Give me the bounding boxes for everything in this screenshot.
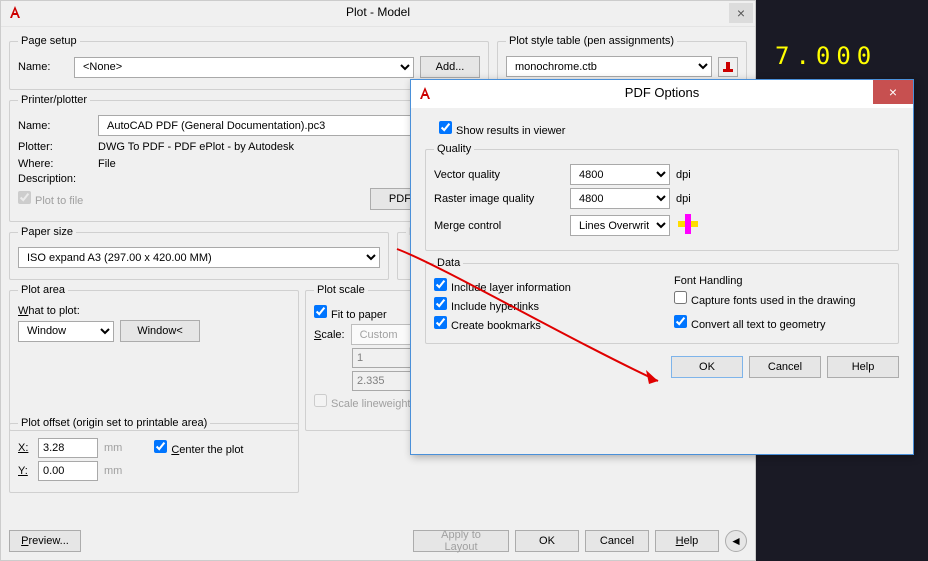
pdf-options-dialog: PDF Options × Show results in viewer Qua… <box>410 79 914 455</box>
pdf-help-button[interactable]: Help <box>827 356 899 378</box>
capture-fonts-label[interactable]: Capture fonts used in the drawing <box>674 291 856 307</box>
include-hyperlinks-checkbox[interactable] <box>434 297 447 310</box>
create-bookmarks-label[interactable]: Create bookmarks <box>434 316 541 332</box>
data-legend: Data <box>434 257 463 269</box>
offset-x-unit: mm <box>104 442 122 454</box>
font-handling-legend: Font Handling <box>674 275 890 287</box>
offset-x-input[interactable] <box>38 438 98 458</box>
pdf-ok-button[interactable]: OK <box>671 356 743 378</box>
plot-title: Plot - Model <box>1 5 755 19</box>
what-to-plot-select[interactable]: Window <box>18 321 114 342</box>
quality-legend: Quality <box>434 143 474 155</box>
include-layer-checkbox[interactable] <box>434 278 447 291</box>
paper-size-legend: Paper size <box>18 226 76 238</box>
preview-button[interactable]: Preview... <box>9 530 81 552</box>
canvas-readout: 7.000 <box>775 42 877 70</box>
plot-to-file-checkbox <box>18 191 31 204</box>
printer-legend: Printer/plotter <box>18 94 90 106</box>
page-setup-name-label: Name: <box>18 61 68 73</box>
apply-layout-button[interactable]: Apply to Layout <box>413 530 509 552</box>
plot-scale-legend: Plot scale <box>314 284 368 296</box>
convert-text-checkbox[interactable] <box>674 315 687 328</box>
plot-offset-legend: Plot offset (origin set to printable are… <box>18 417 210 429</box>
scale-label: Scale: <box>314 329 345 341</box>
printer-plotter-label: Plotter: <box>18 141 92 153</box>
scale-value1 <box>352 348 412 368</box>
merge-control-select[interactable]: Lines Overwrite <box>570 215 670 236</box>
merge-icon <box>676 212 700 239</box>
plot-cancel-button[interactable]: Cancel <box>585 530 649 552</box>
printer-where-value: File <box>98 158 116 170</box>
create-bookmarks-checkbox[interactable] <box>434 316 447 329</box>
center-plot-checkbox[interactable] <box>154 440 167 453</box>
plot-area-legend: Plot area <box>18 284 68 296</box>
plot-area-group: Plot area What to plot: Window Window< <box>9 284 299 431</box>
printer-desc-label: Description: <box>18 173 92 185</box>
page-setup-legend: Page setup <box>18 35 80 47</box>
vector-quality-select[interactable]: 4800 <box>570 164 670 185</box>
raster-dpi-label: dpi <box>676 193 691 205</box>
scale-lineweights-checkbox <box>314 394 327 407</box>
plot-style-edit-button[interactable] <box>718 57 738 77</box>
capture-fonts-checkbox[interactable] <box>674 291 687 304</box>
vector-quality-label: Vector quality <box>434 169 564 181</box>
fit-to-paper-label[interactable]: Fit to paper <box>314 305 387 321</box>
window-pick-button[interactable]: Window< <box>120 320 200 342</box>
scale-lineweights-label: Scale lineweights <box>314 394 416 410</box>
pdf-close-button[interactable]: × <box>873 80 913 104</box>
plot-offset-group: Plot offset (origin set to printable are… <box>9 417 299 493</box>
convert-text-label[interactable]: Convert all text to geometry <box>674 315 826 331</box>
offset-y-label: Y: <box>18 465 32 477</box>
merge-control-label: Merge control <box>434 220 564 232</box>
plot-to-file-checkbox-label: Plot to file <box>18 191 83 207</box>
offset-y-input[interactable] <box>38 461 98 481</box>
expand-button[interactable]: ◄ <box>725 530 747 552</box>
paper-size-select[interactable]: ISO expand A3 (297.00 x 420.00 MM) <box>18 247 380 268</box>
plot-close-button[interactable]: × <box>729 3 753 23</box>
data-group: Data Include layer information Include h… <box>425 257 899 344</box>
include-layer-label[interactable]: Include layer information <box>434 278 571 294</box>
plot-titlebar: Plot - Model × <box>1 1 755 27</box>
pdf-title: PDF Options <box>411 85 913 100</box>
show-results-checkbox[interactable] <box>439 121 452 134</box>
printer-where-label: Where: <box>18 158 92 170</box>
plot-style-select[interactable]: monochrome.ctb <box>506 56 712 77</box>
plot-ok-button[interactable]: OK <box>515 530 579 552</box>
printer-plotter-value: DWG To PDF - PDF ePlot - by Autodesk <box>98 141 294 153</box>
scale-value2 <box>352 371 412 391</box>
page-setup-add-button[interactable]: Add... <box>420 56 480 78</box>
raster-quality-select[interactable]: 4800 <box>570 188 670 209</box>
pdf-cancel-button[interactable]: Cancel <box>749 356 821 378</box>
offset-y-unit: mm <box>104 465 122 477</box>
printer-name-label: Name: <box>18 120 92 132</box>
plot-help-button[interactable]: Help <box>655 530 719 552</box>
raster-quality-label: Raster image quality <box>434 193 564 205</box>
include-hyperlinks-label[interactable]: Include hyperlinks <box>434 297 539 313</box>
plot-style-legend: Plot style table (pen assignments) <box>506 35 677 47</box>
pdf-titlebar: PDF Options × <box>411 80 913 108</box>
center-plot-label[interactable]: Center the plot <box>154 440 243 456</box>
paper-size-group: Paper size ISO expand A3 (297.00 x 420.0… <box>9 226 389 280</box>
vector-dpi-label: dpi <box>676 169 691 181</box>
page-setup-name-select[interactable]: <None> <box>74 57 414 78</box>
fit-to-paper-checkbox[interactable] <box>314 305 327 318</box>
what-to-plot-label: What to plot: <box>18 305 80 317</box>
quality-group: Quality Vector quality 4800 dpi Raster i… <box>425 143 899 251</box>
offset-x-label: X: <box>18 442 32 454</box>
show-results-label[interactable]: Show results in viewer <box>439 121 565 137</box>
